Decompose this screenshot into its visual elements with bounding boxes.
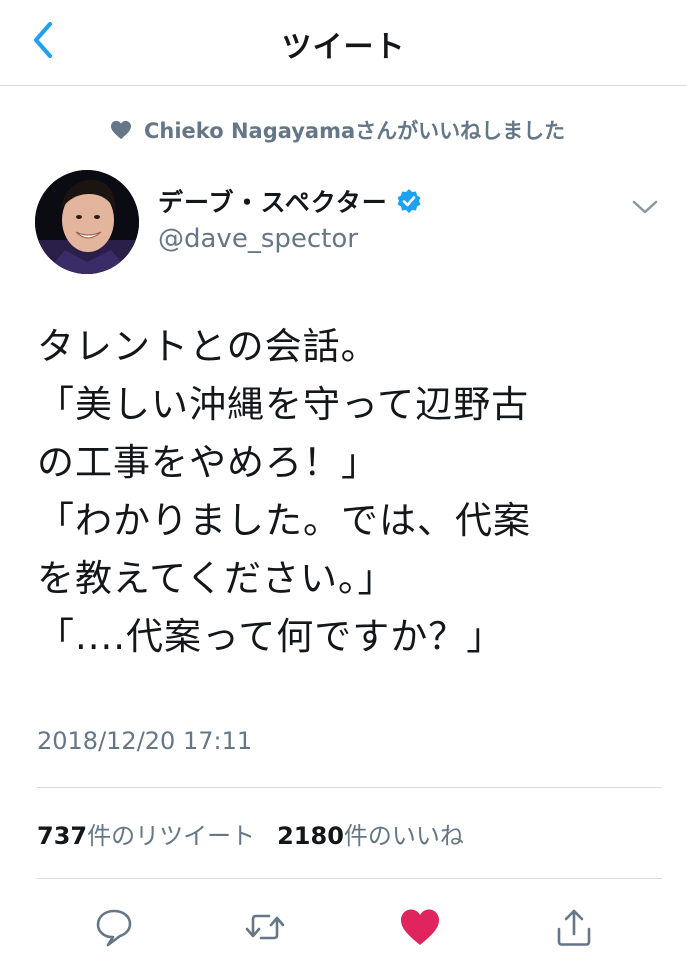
top-bar: ツイート (0, 0, 687, 86)
heart-icon (401, 909, 439, 945)
author-handle[interactable]: @dave_spector (158, 224, 358, 254)
avatar[interactable] (35, 170, 139, 274)
like-button[interactable] (398, 905, 442, 949)
tweet-timestamp: 2018/12/20 17:11 (37, 727, 253, 755)
tweet-stats: 737 件のリツイート 2180 件のいいね (37, 816, 486, 851)
retweet-button[interactable] (243, 905, 287, 949)
tweet-line: の工事をやめろ！」 (37, 441, 379, 484)
tweet-text: タレントとの会話。 「美しい沖縄を守って辺野古 の工事をやめろ！」 「わかりまし… (37, 318, 677, 666)
display-name: デーブ・スペクター (158, 188, 388, 217)
retweet-label[interactable]: 件のリツイート (87, 816, 255, 851)
retweet-icon (245, 914, 285, 940)
tweet-line: 「....代案って何ですか？」 (37, 615, 505, 658)
chevron-down-icon (632, 200, 658, 214)
author-name-row[interactable]: デーブ・スペクター (158, 183, 422, 219)
profile-photo (35, 170, 139, 274)
verified-badge-icon (397, 189, 421, 213)
retweet-count[interactable]: 737 (37, 822, 87, 850)
reply-button[interactable] (92, 905, 136, 949)
social-context-text: Chieko Nagayamaさんがいいねしました (144, 119, 566, 143)
share-icon (557, 909, 591, 946)
like-label[interactable]: 件のいいね (344, 816, 464, 851)
tweet-line: タレントとの会話。 (37, 325, 379, 368)
tweet-line: 「美しい沖縄を守って辺野古 (37, 383, 530, 426)
tweet-line: 「わかりました。では、代案 (37, 499, 531, 542)
page-title: ツイート (281, 30, 406, 65)
tweet-menu-button[interactable] (628, 194, 662, 220)
share-button[interactable] (552, 905, 596, 949)
like-count[interactable]: 2180 (277, 822, 344, 850)
social-context[interactable]: Chieko Nagayamaさんがいいねしました (110, 115, 565, 145)
divider (37, 787, 662, 788)
tweet-line: を教えてください。」 (37, 557, 396, 600)
heart-icon (111, 120, 131, 140)
reply-icon (96, 909, 132, 947)
divider (37, 878, 662, 879)
